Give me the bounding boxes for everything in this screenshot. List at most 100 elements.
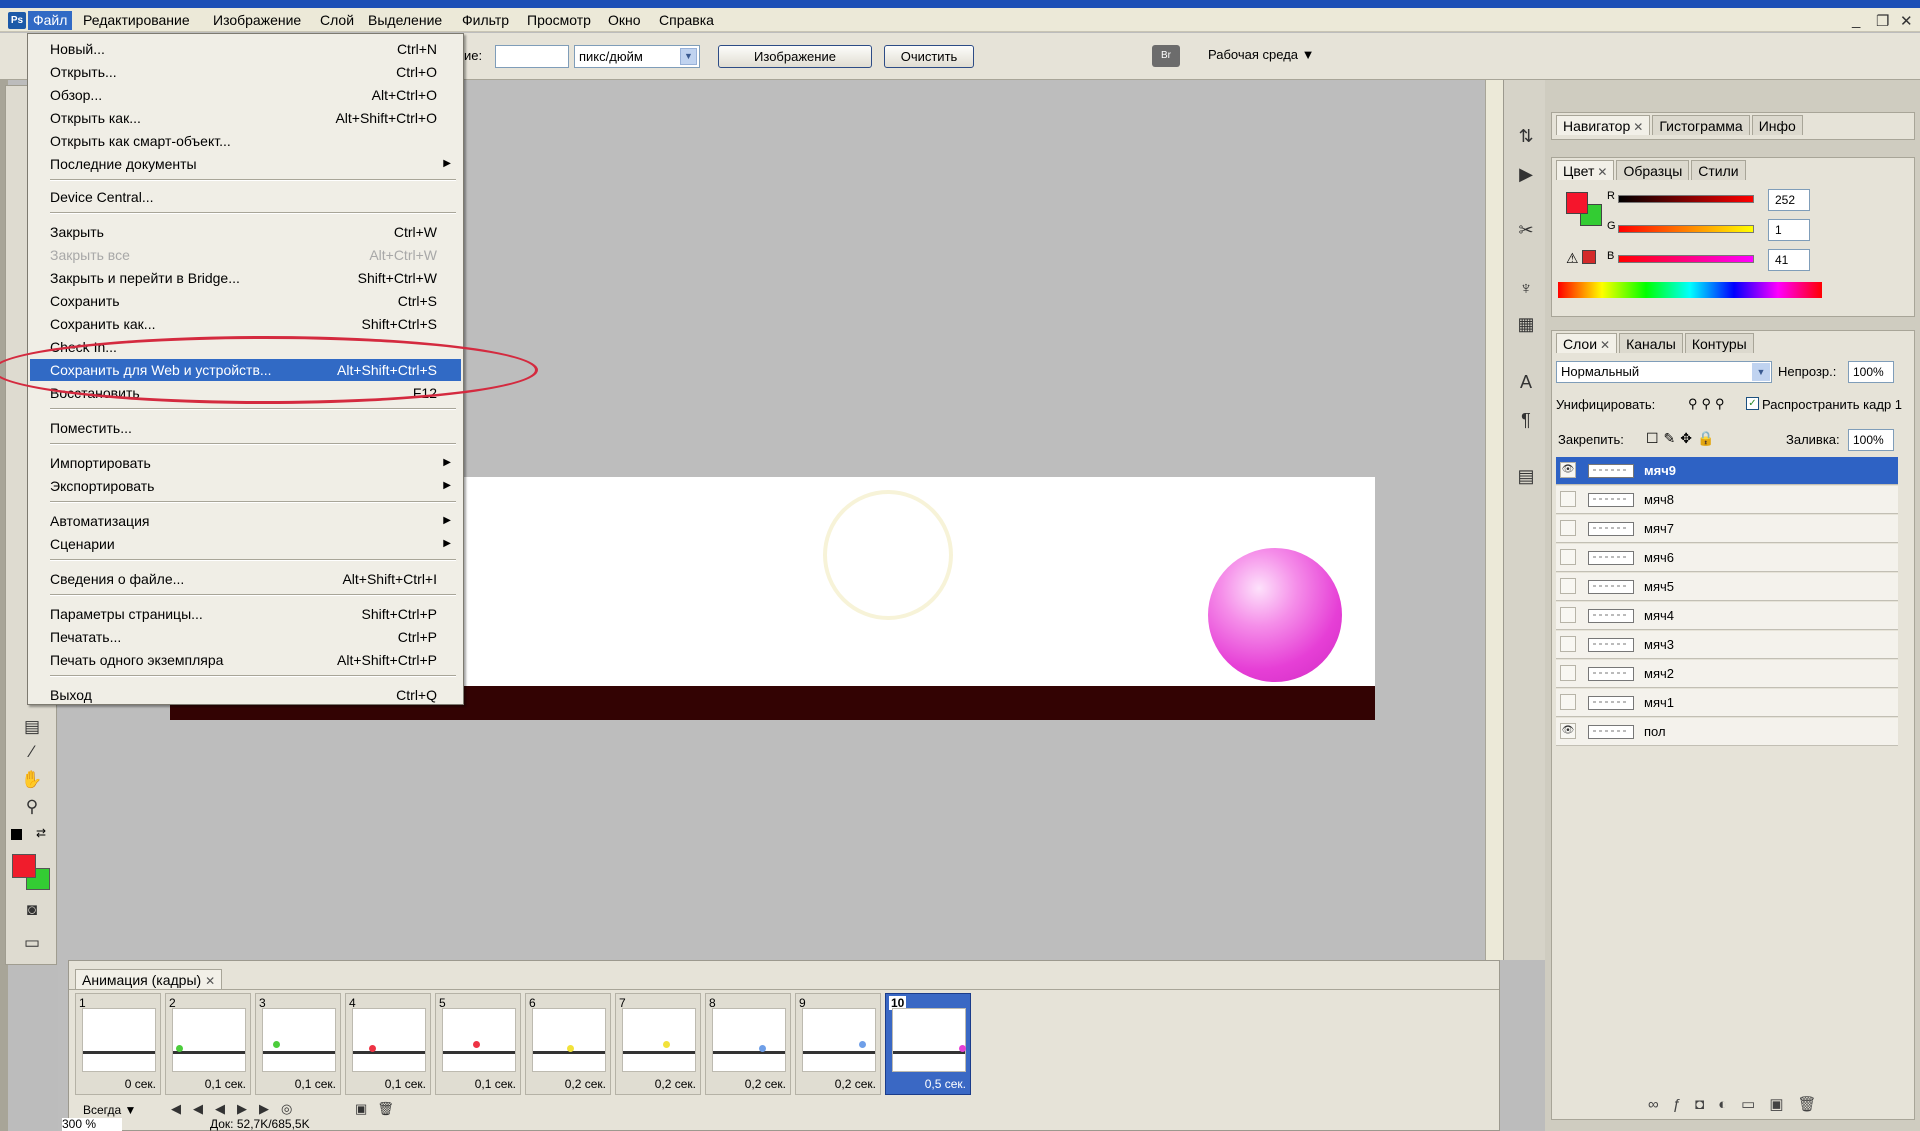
lock-icons[interactable]: ☐✎✥🔒	[1646, 430, 1719, 447]
tab-animation[interactable]: Анимация (кадры) ✕	[75, 969, 223, 989]
quick-mask-icon[interactable]: ◙	[20, 899, 44, 921]
layer-row[interactable]: 👁 мяч9	[1556, 457, 1898, 485]
canvas-scrollbar[interactable]	[1485, 80, 1503, 960]
menu-item-device-central[interactable]: Device Central...	[30, 186, 461, 208]
close-icon[interactable]: ✕	[1900, 12, 1913, 30]
tab-color[interactable]: Цвет ✕	[1556, 160, 1615, 180]
layer-comps-icon[interactable]: ▤	[1514, 464, 1538, 488]
eye-icon[interactable]: 👁	[1560, 723, 1576, 739]
blue-slider[interactable]	[1618, 255, 1754, 263]
animation-frame[interactable]: 2 0,1 сек.	[165, 993, 251, 1095]
blend-mode-select[interactable]: Нормальный ▼	[1556, 361, 1772, 383]
red-value-input[interactable]: 252	[1768, 189, 1810, 211]
visibility-toggle[interactable]	[1560, 549, 1576, 565]
menu-item-print[interactable]: Печатать... Ctrl+P	[30, 626, 461, 648]
layer-row[interactable]: мяч4	[1556, 602, 1898, 630]
animation-frame[interactable]: 6 0,2 сек.	[525, 993, 611, 1095]
visibility-toggle[interactable]	[1560, 665, 1576, 681]
actions-icon[interactable]: ▶	[1514, 162, 1538, 186]
tab-info[interactable]: Инфо	[1751, 115, 1803, 135]
fill-input[interactable]: 100%	[1848, 429, 1894, 451]
unify-icons[interactable]: ⚲⚲⚲	[1688, 396, 1729, 412]
minimize-icon[interactable]: _	[1852, 12, 1860, 29]
menu-help[interactable]: Справка	[654, 11, 719, 30]
menu-item-open-smart-object[interactable]: Открыть как смарт-объект...	[30, 130, 461, 152]
clear-button[interactable]: Очистить	[884, 45, 974, 68]
visibility-toggle[interactable]	[1560, 694, 1576, 710]
menu-item-export[interactable]: Экспортировать ▶	[30, 475, 461, 497]
visibility-toggle[interactable]	[1560, 636, 1576, 652]
animation-frame[interactable]: 10 0,5 сек.	[885, 993, 971, 1095]
layer-row[interactable]: мяч1	[1556, 689, 1898, 717]
tab-histogram[interactable]: Гистограмма	[1652, 115, 1750, 135]
menu-file[interactable]: Файл	[28, 11, 73, 30]
menu-item-recent[interactable]: Последние документы ▶	[30, 153, 461, 175]
menu-image[interactable]: Изображение	[208, 11, 306, 30]
green-slider[interactable]	[1618, 225, 1754, 233]
layer-row[interactable]: 👁 пол	[1556, 718, 1898, 746]
menu-select[interactable]: Выделение	[363, 11, 447, 30]
frame-actions-icons[interactable]: ▣🗑	[355, 1101, 404, 1117]
animation-frame[interactable]: 9 0,2 сек.	[795, 993, 881, 1095]
notes-tool-icon[interactable]: ▤	[20, 716, 44, 738]
tab-navigator[interactable]: Навигатор ✕	[1556, 115, 1651, 135]
visibility-toggle[interactable]	[1560, 491, 1576, 507]
menu-item-open[interactable]: Открыть... Ctrl+O	[30, 61, 461, 83]
layer-row[interactable]: мяч8	[1556, 486, 1898, 514]
tab-channels[interactable]: Каналы	[1619, 333, 1683, 353]
tab-layers[interactable]: Слои ✕	[1556, 333, 1618, 353]
red-slider[interactable]	[1618, 195, 1754, 203]
foreground-color-swatch[interactable]	[1566, 192, 1588, 214]
eye-icon[interactable]: 👁	[1560, 462, 1576, 478]
visibility-toggle[interactable]	[1560, 578, 1576, 594]
menu-view[interactable]: Просмотр	[522, 11, 596, 30]
tab-styles[interactable]: Стили	[1691, 160, 1746, 180]
layer-row[interactable]: мяч7	[1556, 515, 1898, 543]
menu-item-scripts[interactable]: Сценарии ▶	[30, 533, 461, 555]
warning-icon[interactable]: ⚠	[1566, 250, 1579, 267]
animation-frame[interactable]: 10 сек.	[75, 993, 161, 1095]
opacity-input[interactable]: 100%	[1848, 361, 1894, 383]
tab-swatches[interactable]: Образцы	[1616, 160, 1690, 180]
layer-row[interactable]: мяч5	[1556, 573, 1898, 601]
restore-icon[interactable]: ❐	[1876, 12, 1889, 30]
zoom-tool-icon[interactable]: ⚲	[20, 796, 44, 818]
spectrum-bar[interactable]	[1558, 282, 1822, 298]
menu-item-new[interactable]: Новый... Ctrl+N	[30, 38, 461, 60]
menu-item-save[interactable]: Сохранить Ctrl+S	[30, 290, 461, 312]
green-value-input[interactable]: 1	[1768, 219, 1810, 241]
menu-edit[interactable]: Редактирование	[78, 11, 195, 30]
photoshop-logo-icon[interactable]: Ps	[8, 12, 26, 29]
screen-mode-icon[interactable]: ▭	[20, 932, 44, 954]
front-image-button[interactable]: Изображение	[718, 45, 872, 68]
animation-frame[interactable]: 8 0,2 сек.	[705, 993, 791, 1095]
layer-row[interactable]: мяч3	[1556, 631, 1898, 659]
animation-frame[interactable]: 4 0,1 сек.	[345, 993, 431, 1095]
menu-filter[interactable]: Фильтр	[457, 11, 514, 30]
animation-frame[interactable]: 5 0,1 сек.	[435, 993, 521, 1095]
menu-item-open-as[interactable]: Открыть как... Alt+Shift+Ctrl+O	[30, 107, 461, 129]
menu-item-import[interactable]: Импортировать ▶	[30, 452, 461, 474]
bridge-icon[interactable]: Br	[1152, 45, 1180, 67]
history-icon[interactable]: ⇅	[1514, 124, 1538, 148]
layer-actions-icons[interactable]: ∞ƒ◘◐▭▣🗑	[1648, 1095, 1831, 1113]
menu-item-browse[interactable]: Обзор... Alt+Ctrl+O	[30, 84, 461, 106]
layer-row[interactable]: мяч6	[1556, 544, 1898, 572]
visibility-toggle[interactable]	[1560, 607, 1576, 623]
playback-controls[interactable]: ◀◀◀▶▶◎	[171, 1101, 304, 1117]
menu-item-place[interactable]: Поместить...	[30, 417, 461, 439]
menu-layer[interactable]: Слой	[315, 11, 359, 30]
swap-colors-icon[interactable]: ⇄	[36, 826, 46, 840]
menu-item-automate[interactable]: Автоматизация ▶	[30, 510, 461, 532]
unit-select[interactable]: пикс/дюйм ▼	[574, 45, 700, 68]
menu-window[interactable]: Окно	[603, 11, 646, 30]
gamut-swatch[interactable]	[1582, 250, 1596, 264]
layer-row[interactable]: мяч2	[1556, 660, 1898, 688]
foreground-color-swatch[interactable]	[12, 854, 36, 878]
animation-frame[interactable]: 7 0,2 сек.	[615, 993, 701, 1095]
menu-item-close-go-bridge[interactable]: Закрыть и перейти в Bridge... Shift+Ctrl+…	[30, 267, 461, 289]
brushes-icon[interactable]: ♆	[1514, 276, 1538, 300]
resolution-input[interactable]	[495, 45, 569, 68]
hand-tool-icon[interactable]: ✋	[20, 769, 44, 791]
tab-paths[interactable]: Контуры	[1684, 333, 1754, 353]
